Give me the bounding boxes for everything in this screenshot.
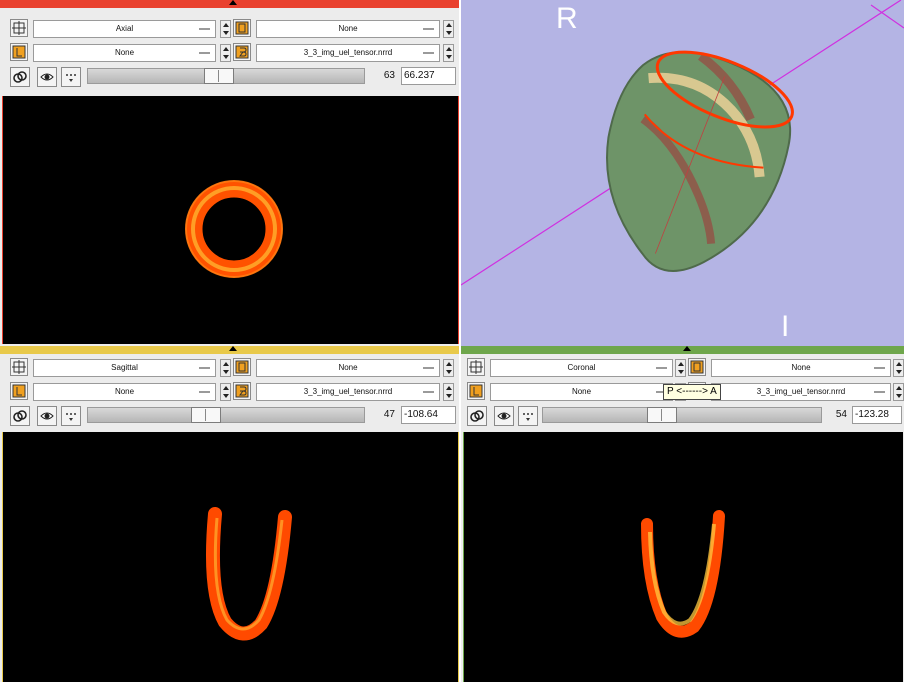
background-value: None xyxy=(114,387,135,396)
slice-offset-field[interactable]: -108.64 xyxy=(401,406,456,424)
label-volume-select[interactable]: 3_3_img_uel_tensor.nrrd xyxy=(256,44,440,62)
background-layer-icon[interactable] xyxy=(233,43,251,61)
crosshair-icon[interactable] xyxy=(467,358,485,376)
sagittal-slice-view[interactable] xyxy=(2,432,459,682)
orientation-tooltip: P <------> A xyxy=(663,384,721,400)
slice-slider-thumb[interactable] xyxy=(191,407,221,423)
foreground-select[interactable]: None xyxy=(711,359,891,377)
orientation-select[interactable]: Coronal xyxy=(490,359,673,377)
orientation-label-top: R xyxy=(556,2,578,35)
orientation-value: Coronal xyxy=(567,363,596,372)
foreground-layer-icon[interactable] xyxy=(688,358,706,376)
crosshair-icon[interactable] xyxy=(10,358,28,376)
background-layer-icon[interactable] xyxy=(233,382,251,400)
visibility-eye-icon[interactable] xyxy=(37,406,57,426)
foreground-spinner[interactable] xyxy=(893,359,904,377)
label-volume-select[interactable]: 3_3_img_uel_tensor.nrrd xyxy=(256,383,440,401)
slice-index: 54 xyxy=(835,409,847,420)
foreground-value: None xyxy=(791,363,811,372)
label-volume-value: 3_3_img_uel_tensor.nrrd xyxy=(303,48,393,57)
slice-index: 63 xyxy=(383,70,395,81)
slice-slider[interactable] xyxy=(87,407,365,423)
label-volume-spinner[interactable] xyxy=(443,383,454,401)
background-spinner[interactable] xyxy=(220,383,231,401)
background-select[interactable]: None xyxy=(33,383,216,401)
background-value: None xyxy=(114,48,135,57)
background-value: None xyxy=(571,387,592,396)
visibility-eye-icon[interactable] xyxy=(37,67,57,87)
foreground-value: None xyxy=(338,24,358,33)
more-options-icon[interactable] xyxy=(518,406,538,426)
orientation-spinner[interactable] xyxy=(220,359,231,377)
orientation-select[interactable]: Sagittal xyxy=(33,359,216,377)
orientation-spinner[interactable] xyxy=(675,359,686,377)
collapse-arrow-icon[interactable] xyxy=(229,0,237,5)
red-slice-panel: Axial None None 3_3_img_uel_tensor.nrrd … xyxy=(0,0,459,346)
green-slice-panel: Coronal None None 3_3_img_uel_tensor.nrr… xyxy=(461,346,904,682)
label-volume-spinner[interactable] xyxy=(893,383,904,401)
slice-slider[interactable] xyxy=(87,68,365,84)
more-options-icon[interactable] xyxy=(61,406,81,426)
label-volume-value: 3_3_img_uel_tensor.nrrd xyxy=(756,387,846,396)
more-options-icon[interactable] xyxy=(61,67,81,87)
orientation-value: Sagittal xyxy=(111,363,138,372)
label-layer-icon[interactable] xyxy=(10,43,28,61)
link-icon[interactable] xyxy=(10,406,30,426)
background-select[interactable]: None xyxy=(33,44,216,62)
sagittal-myocardium-u xyxy=(205,507,292,641)
slice-slider[interactable] xyxy=(542,407,822,423)
label-layer-icon[interactable] xyxy=(10,382,28,400)
slice-slider-thumb[interactable] xyxy=(204,68,234,84)
orientation-label-bottom: I xyxy=(781,310,790,343)
yellow-slice-panel: Sagittal None None 3_3_img_uel_tensor.nr… xyxy=(0,346,459,682)
foreground-spinner[interactable] xyxy=(443,359,454,377)
foreground-value: None xyxy=(338,363,358,372)
crosshair-icon[interactable] xyxy=(10,19,28,37)
axial-slice-view[interactable] xyxy=(2,96,459,344)
label-volume-value: 3_3_img_uel_tensor.nrrd xyxy=(303,387,393,396)
foreground-select[interactable]: None xyxy=(256,20,440,38)
foreground-layer-icon[interactable] xyxy=(233,19,251,37)
slice-offset-field[interactable]: -123.28 xyxy=(852,406,902,424)
collapse-arrow-icon[interactable] xyxy=(229,346,237,351)
label-volume-select[interactable]: 3_3_img_uel_tensor.nrrd xyxy=(711,383,891,401)
link-icon[interactable] xyxy=(10,67,30,87)
background-spinner[interactable] xyxy=(220,44,231,62)
background-select[interactable]: None xyxy=(490,383,673,401)
orientation-spinner[interactable] xyxy=(220,20,231,38)
slice-offset-field[interactable]: 66.237 xyxy=(401,67,456,85)
axial-myocardium-ring xyxy=(185,180,283,278)
coronal-slice-view[interactable] xyxy=(463,432,903,682)
foreground-select[interactable]: None xyxy=(256,359,440,377)
slice-slider-thumb[interactable] xyxy=(647,407,677,423)
link-icon[interactable] xyxy=(467,406,487,426)
coronal-myocardium-u xyxy=(641,510,725,638)
collapse-arrow-icon[interactable] xyxy=(683,346,691,351)
label-volume-spinner[interactable] xyxy=(443,44,454,62)
heart-3d-model xyxy=(461,0,904,286)
foreground-layer-icon[interactable] xyxy=(233,358,251,376)
orientation-select[interactable]: Axial xyxy=(33,20,216,38)
visibility-eye-icon[interactable] xyxy=(494,406,514,426)
label-layer-icon[interactable] xyxy=(467,382,485,400)
orientation-value: Axial xyxy=(115,24,134,33)
slice-index: 47 xyxy=(383,409,395,420)
3d-view[interactable]: R I xyxy=(461,0,904,346)
foreground-spinner[interactable] xyxy=(443,20,454,38)
